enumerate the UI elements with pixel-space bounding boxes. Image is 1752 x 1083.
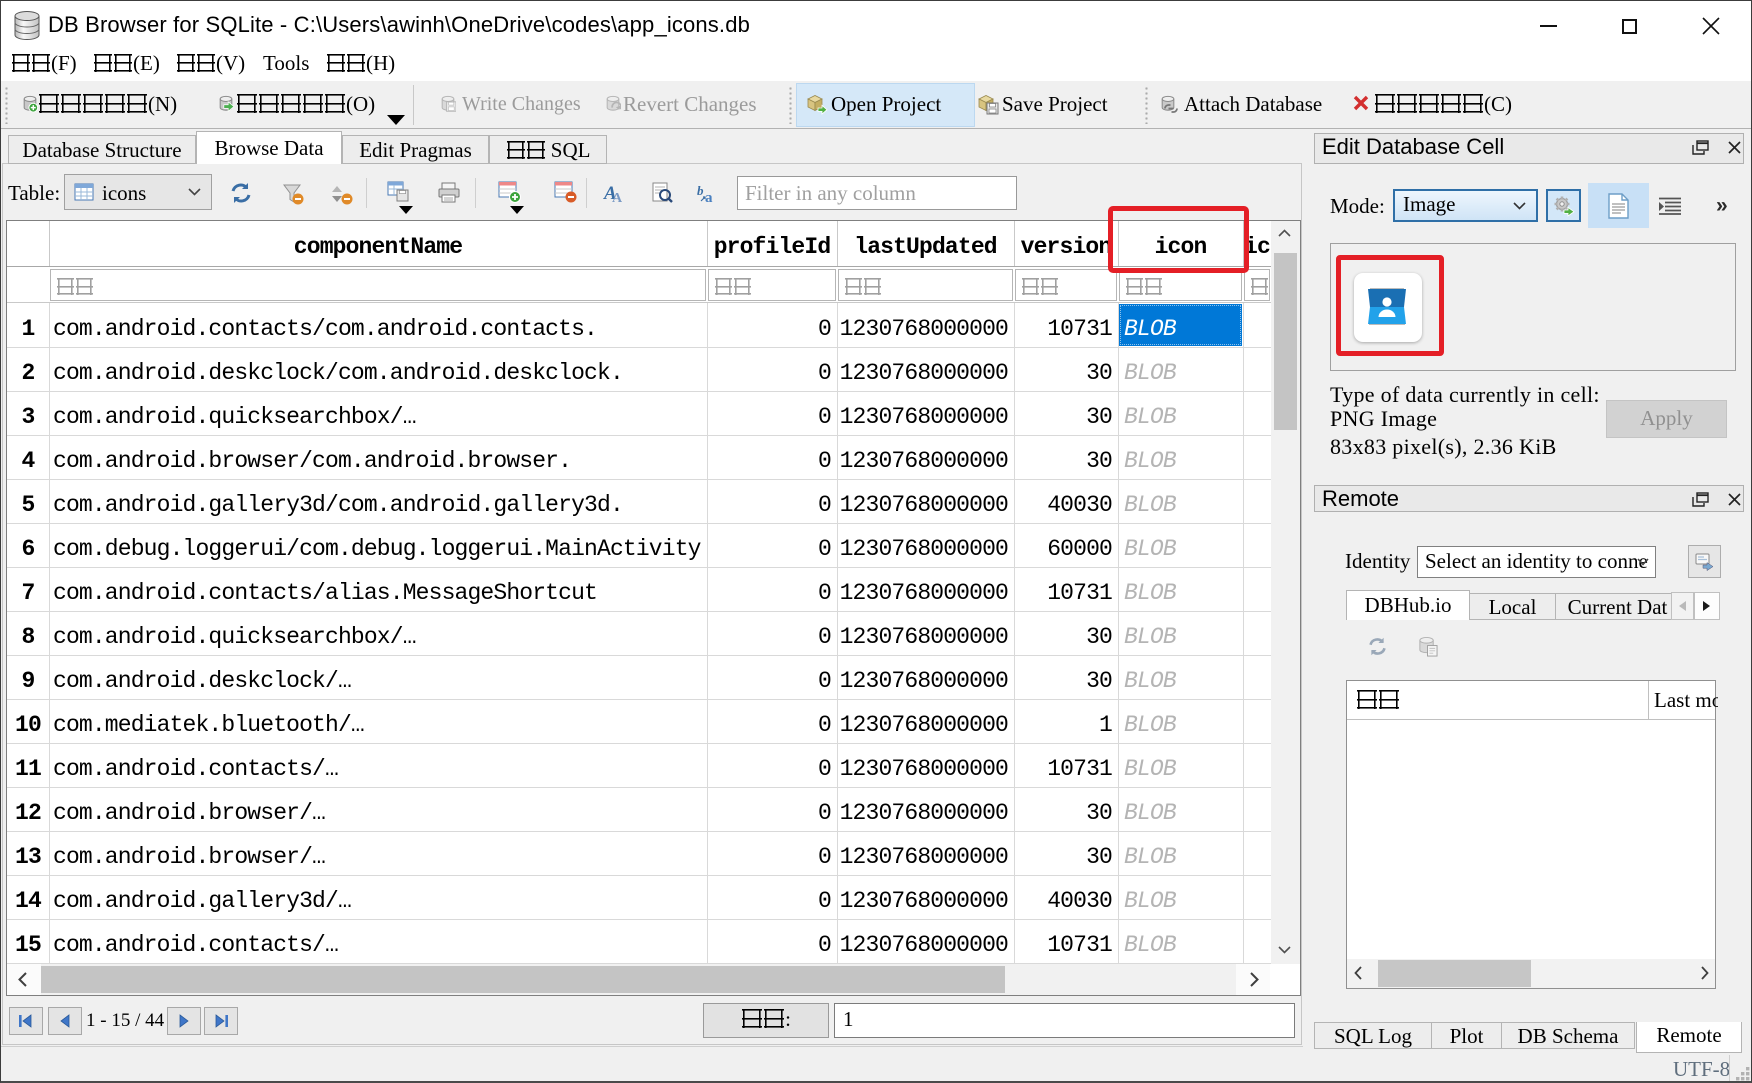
svg-text:b: b — [697, 183, 704, 198]
svg-text:A: A — [612, 191, 623, 205]
svg-text:a: a — [705, 190, 713, 205]
